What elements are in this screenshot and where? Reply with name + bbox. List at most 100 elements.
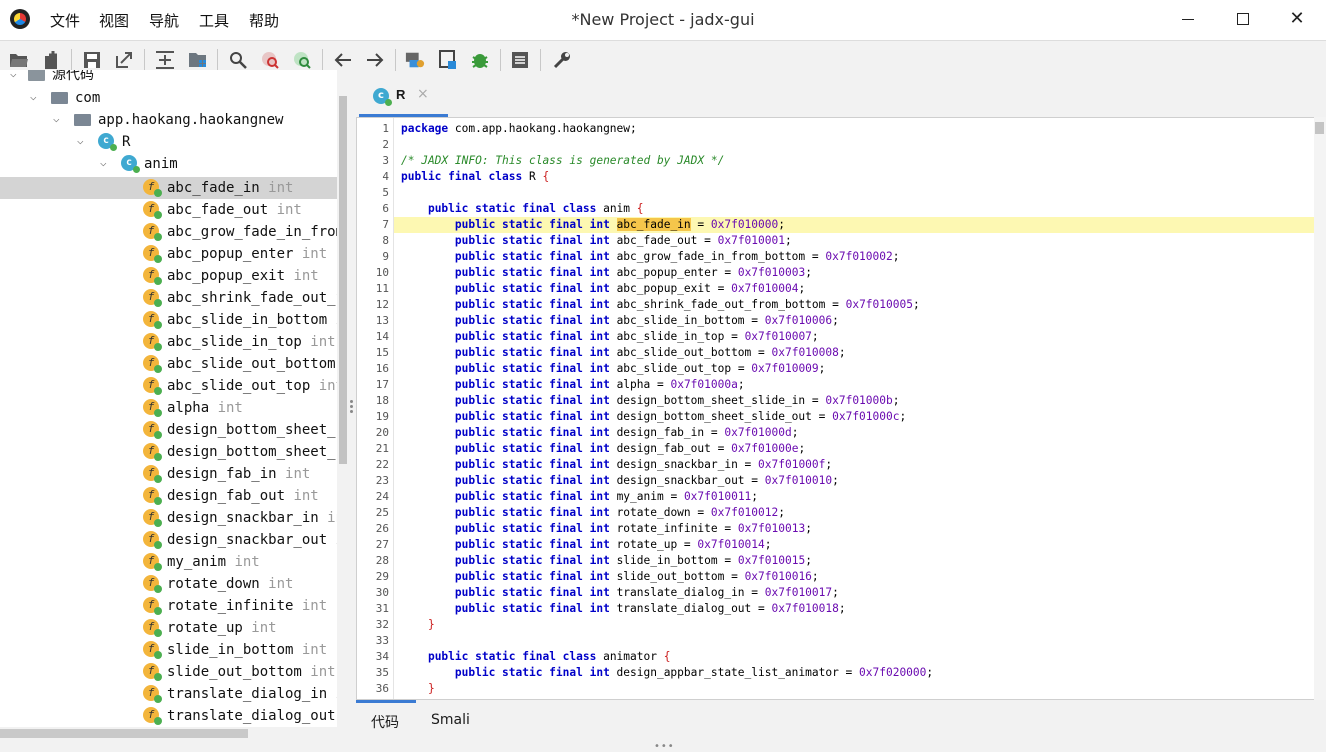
field-icon: f (143, 179, 162, 197)
maximize-button[interactable] (1232, 8, 1254, 30)
tree-node-field[interactable]: f slide_out_bottom int (0, 661, 337, 683)
close-window-button[interactable]: ✕ (1286, 8, 1308, 30)
tree-node-class-r[interactable]: ⌵ c R (0, 131, 337, 153)
tree-node-field[interactable]: f abc_slide_out_bottom (0, 353, 337, 375)
tree-node-field[interactable]: f rotate_up int (0, 617, 337, 639)
decompile-all-icon[interactable] (405, 50, 425, 70)
tree-node-field[interactable]: f rotate_infinite int (0, 595, 337, 617)
tree-node-field[interactable]: f abc_grow_fade_in_from (0, 221, 337, 243)
tree-node-field[interactable]: f design_bottom_sheet_s (0, 419, 337, 441)
tree-node-field[interactable]: f translate_dialog_out (0, 705, 337, 727)
tab-smali[interactable]: Smali (431, 712, 470, 728)
tree-node-field[interactable]: f abc_slide_out_top int (0, 375, 337, 397)
tree-node-field[interactable]: f abc_popup_exit int (0, 265, 337, 287)
tree-node-package-app[interactable]: ⌵ app.haokang.haokangnew (0, 109, 337, 131)
log-viewer-icon[interactable] (510, 50, 530, 70)
menu-help[interactable]: 帮助 (249, 10, 279, 31)
editor-scrollbar-thumb[interactable] (1315, 122, 1324, 134)
field-icon: f (143, 707, 162, 725)
tree-node-root[interactable]: ⌵ 源代码 (0, 70, 337, 86)
tree-node-field[interactable]: f translate_dialog_in i (0, 683, 337, 705)
package-icon (51, 92, 68, 104)
tree-node-field[interactable]: f slide_in_bottom int (0, 639, 337, 661)
tree-node-field[interactable]: f abc_fade_in int (0, 177, 337, 199)
forward-icon[interactable] (365, 50, 385, 70)
tree-node-field[interactable]: f design_snackbar_out i (0, 529, 337, 551)
field-name: abc_fade_out int (167, 202, 302, 218)
back-icon[interactable] (333, 50, 353, 70)
field-icon: f (143, 531, 162, 549)
menu-navigation[interactable]: 导航 (149, 10, 179, 31)
line-number: 16 (375, 362, 389, 375)
tree-node-field[interactable]: f rotate_down int (0, 573, 337, 595)
field-icon: f (143, 267, 162, 285)
field-icon: f (143, 377, 162, 395)
line-number: 12 (375, 298, 389, 311)
preferences-wrench-icon[interactable] (552, 50, 572, 70)
field-name: slide_out_bottom int (167, 664, 336, 680)
chevron-down-icon: ⌵ (53, 112, 60, 125)
package-icon (74, 114, 91, 126)
tree-node-package-com[interactable]: ⌵ com (0, 87, 337, 109)
line-number: 20 (375, 426, 389, 439)
menu-view[interactable]: 视图 (99, 10, 129, 31)
editor-vertical-scrollbar[interactable] (1314, 117, 1326, 700)
tab-label: R (396, 87, 406, 102)
line-number: 2 (382, 138, 389, 151)
root-folder-icon (28, 70, 45, 81)
menu-file[interactable]: 文件 (50, 10, 80, 31)
line-number: 27 (375, 538, 389, 551)
tree-node-field[interactable]: f abc_fade_out int (0, 199, 337, 221)
code-line: public static final class animator { (427, 650, 671, 663)
flat-packages-icon[interactable] (188, 50, 208, 70)
find-class-icon[interactable] (260, 50, 280, 70)
field-type: int (276, 202, 302, 218)
close-icon[interactable]: × (417, 86, 429, 102)
code-line: public static final int abc_fade_out = 0… (454, 234, 792, 247)
open-folder-icon[interactable] (9, 50, 29, 70)
line-number: 19 (375, 410, 389, 423)
field-name: rotate_infinite int (167, 598, 328, 614)
export-icon[interactable] (114, 50, 134, 70)
debug-bug-icon[interactable] (470, 50, 490, 70)
code-editor[interactable]: 1 2 3 4 5 6 7 8 9 10 11 12 13 14 15 16 17 18 19 20 21 22 23 24 2… (356, 117, 1315, 700)
field-name: abc_shrink_fade_out_f (167, 290, 337, 306)
tree-node-field[interactable]: f abc_popup_enter int (0, 243, 337, 265)
tree-node-class-anim[interactable]: ⌵ c anim (0, 153, 337, 175)
splitter-handle[interactable] (350, 398, 354, 418)
field-icon: f (143, 509, 162, 527)
chevron-down-icon: ⌵ (30, 90, 37, 103)
toolbar-separator (500, 49, 501, 71)
tree-hscrollbar-thumb[interactable] (0, 729, 248, 738)
tree-node-field[interactable]: f abc_slide_in_bottom i (0, 309, 337, 331)
add-files-icon[interactable] (42, 50, 62, 70)
tree-scrollbar-thumb[interactable] (339, 96, 347, 464)
line-number: 17 (375, 378, 389, 391)
save-icon[interactable] (82, 50, 102, 70)
line-number: 18 (375, 394, 389, 407)
minimize-button[interactable] (1177, 8, 1199, 30)
tree-node-field[interactable]: f abc_slide_in_top int (0, 331, 337, 353)
code-line: public static final int abc_slide_in_top… (454, 330, 819, 343)
tree-node-field[interactable]: f design_snackbar_in in (0, 507, 337, 529)
field-icon: f (143, 487, 162, 505)
tree-node-field[interactable]: f design_fab_out int (0, 485, 337, 507)
source-tree: ⌵ 源代码 ⌵ com ⌵ app.haokang.haokangnew ⌵ c… (0, 70, 337, 727)
field-type: int (301, 246, 328, 262)
tree-node-field[interactable]: f abc_shrink_fade_out_f (0, 287, 337, 309)
tree-node-field[interactable]: f design_fab_in int (0, 463, 337, 485)
tab-code[interactable]: 代码 (371, 712, 399, 732)
line-number: 21 (375, 442, 389, 455)
field-icon: f (143, 685, 162, 703)
tree-node-field[interactable]: f alpha int (0, 397, 337, 419)
tree-node-field[interactable]: f my_anim int (0, 551, 337, 573)
code-line: public static final int abc_slide_in_bot… (454, 314, 839, 327)
find-usage-icon[interactable] (292, 50, 312, 70)
sync-tree-icon[interactable] (155, 50, 175, 70)
search-icon[interactable] (228, 50, 248, 70)
menu-tools[interactable]: 工具 (199, 10, 229, 31)
line-number: 5 (382, 186, 389, 199)
tree-node-field[interactable]: f design_bottom_sheet_s (0, 441, 337, 463)
line-number: 8 (382, 234, 389, 247)
mapping-icon[interactable] (438, 50, 458, 70)
